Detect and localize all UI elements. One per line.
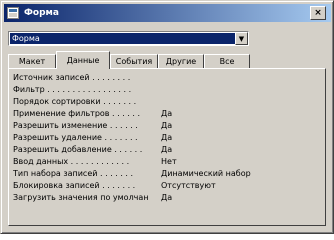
window-title: Форма (24, 8, 59, 18)
property-row[interactable]: Порядок сортировки . . . . . . . (13, 96, 321, 107)
properties-window: Форма × Форма ▼ Макет Данные События Дру… (0, 0, 334, 234)
chevron-down-icon[interactable]: ▼ (235, 32, 248, 45)
property-row[interactable]: Блокировка записей . . . . . . . Отсутст… (13, 180, 321, 191)
form-icon (7, 7, 19, 19)
tab-data[interactable]: Данные (56, 51, 110, 69)
properties-panel: Источник записей . . . . . . . . Фильтр … (8, 68, 326, 226)
object-selector-value[interactable]: Форма (10, 33, 235, 44)
property-value[interactable]: Да (161, 192, 172, 203)
property-name: Разрешить изменение . . . . . . (13, 121, 138, 130)
property-value[interactable]: Нет (161, 156, 177, 167)
property-name: Загрузить значения по умолчан (13, 193, 149, 202)
property-row[interactable]: Тип набора записей . . . . . . . Динамич… (13, 168, 321, 179)
tab-all[interactable]: Все (204, 54, 250, 68)
tab-other[interactable]: Другие (158, 54, 204, 68)
property-name: Разрешить удаление . . . . . . . (13, 133, 138, 142)
property-name: Порядок сортировки . . . . . . . (13, 97, 137, 106)
object-selector-combo[interactable]: Форма ▼ (8, 31, 249, 46)
property-row[interactable]: Разрешить добавление . . . . . . Да (13, 144, 321, 155)
property-name: Тип набора записей . . . . . . . (13, 169, 134, 178)
property-name: Фильтр . . . . . . . . . . . . . . . . . (13, 85, 132, 94)
property-row[interactable]: Ввод данных . . . . . . . . . . . . Нет (13, 156, 321, 167)
property-name: Разрешить добавление . . . . . . (13, 145, 143, 154)
property-value[interactable]: Отсутствуют (161, 180, 216, 191)
close-button[interactable]: × (310, 6, 326, 20)
property-row[interactable]: Загрузить значения по умолчан Да (13, 192, 321, 203)
property-row[interactable]: Разрешить изменение . . . . . . Да (13, 120, 321, 131)
property-row[interactable]: Фильтр . . . . . . . . . . . . . . . . . (13, 84, 321, 95)
property-value[interactable]: Да (161, 120, 172, 131)
title-bar[interactable]: Форма × (4, 4, 331, 22)
property-row[interactable]: Разрешить удаление . . . . . . . Да (13, 132, 321, 143)
property-name: Применение фильтров . . . . . . (13, 109, 141, 118)
property-name: Блокировка записей . . . . . . . (13, 181, 136, 190)
property-row[interactable]: Источник записей . . . . . . . . (13, 72, 321, 83)
tab-layout[interactable]: Макет (8, 54, 56, 68)
tab-strip: Макет Данные События Другие Все (8, 51, 328, 69)
property-name: Источник записей . . . . . . . . (13, 73, 131, 82)
property-value[interactable]: Динамический набор (161, 168, 251, 179)
property-value[interactable]: Да (161, 132, 172, 143)
property-value[interactable]: Да (161, 144, 172, 155)
property-name: Ввод данных . . . . . . . . . . . . (13, 157, 130, 166)
property-value[interactable]: Да (161, 108, 172, 119)
property-row[interactable]: Применение фильтров . . . . . . Да (13, 108, 321, 119)
tab-events[interactable]: События (110, 54, 158, 68)
